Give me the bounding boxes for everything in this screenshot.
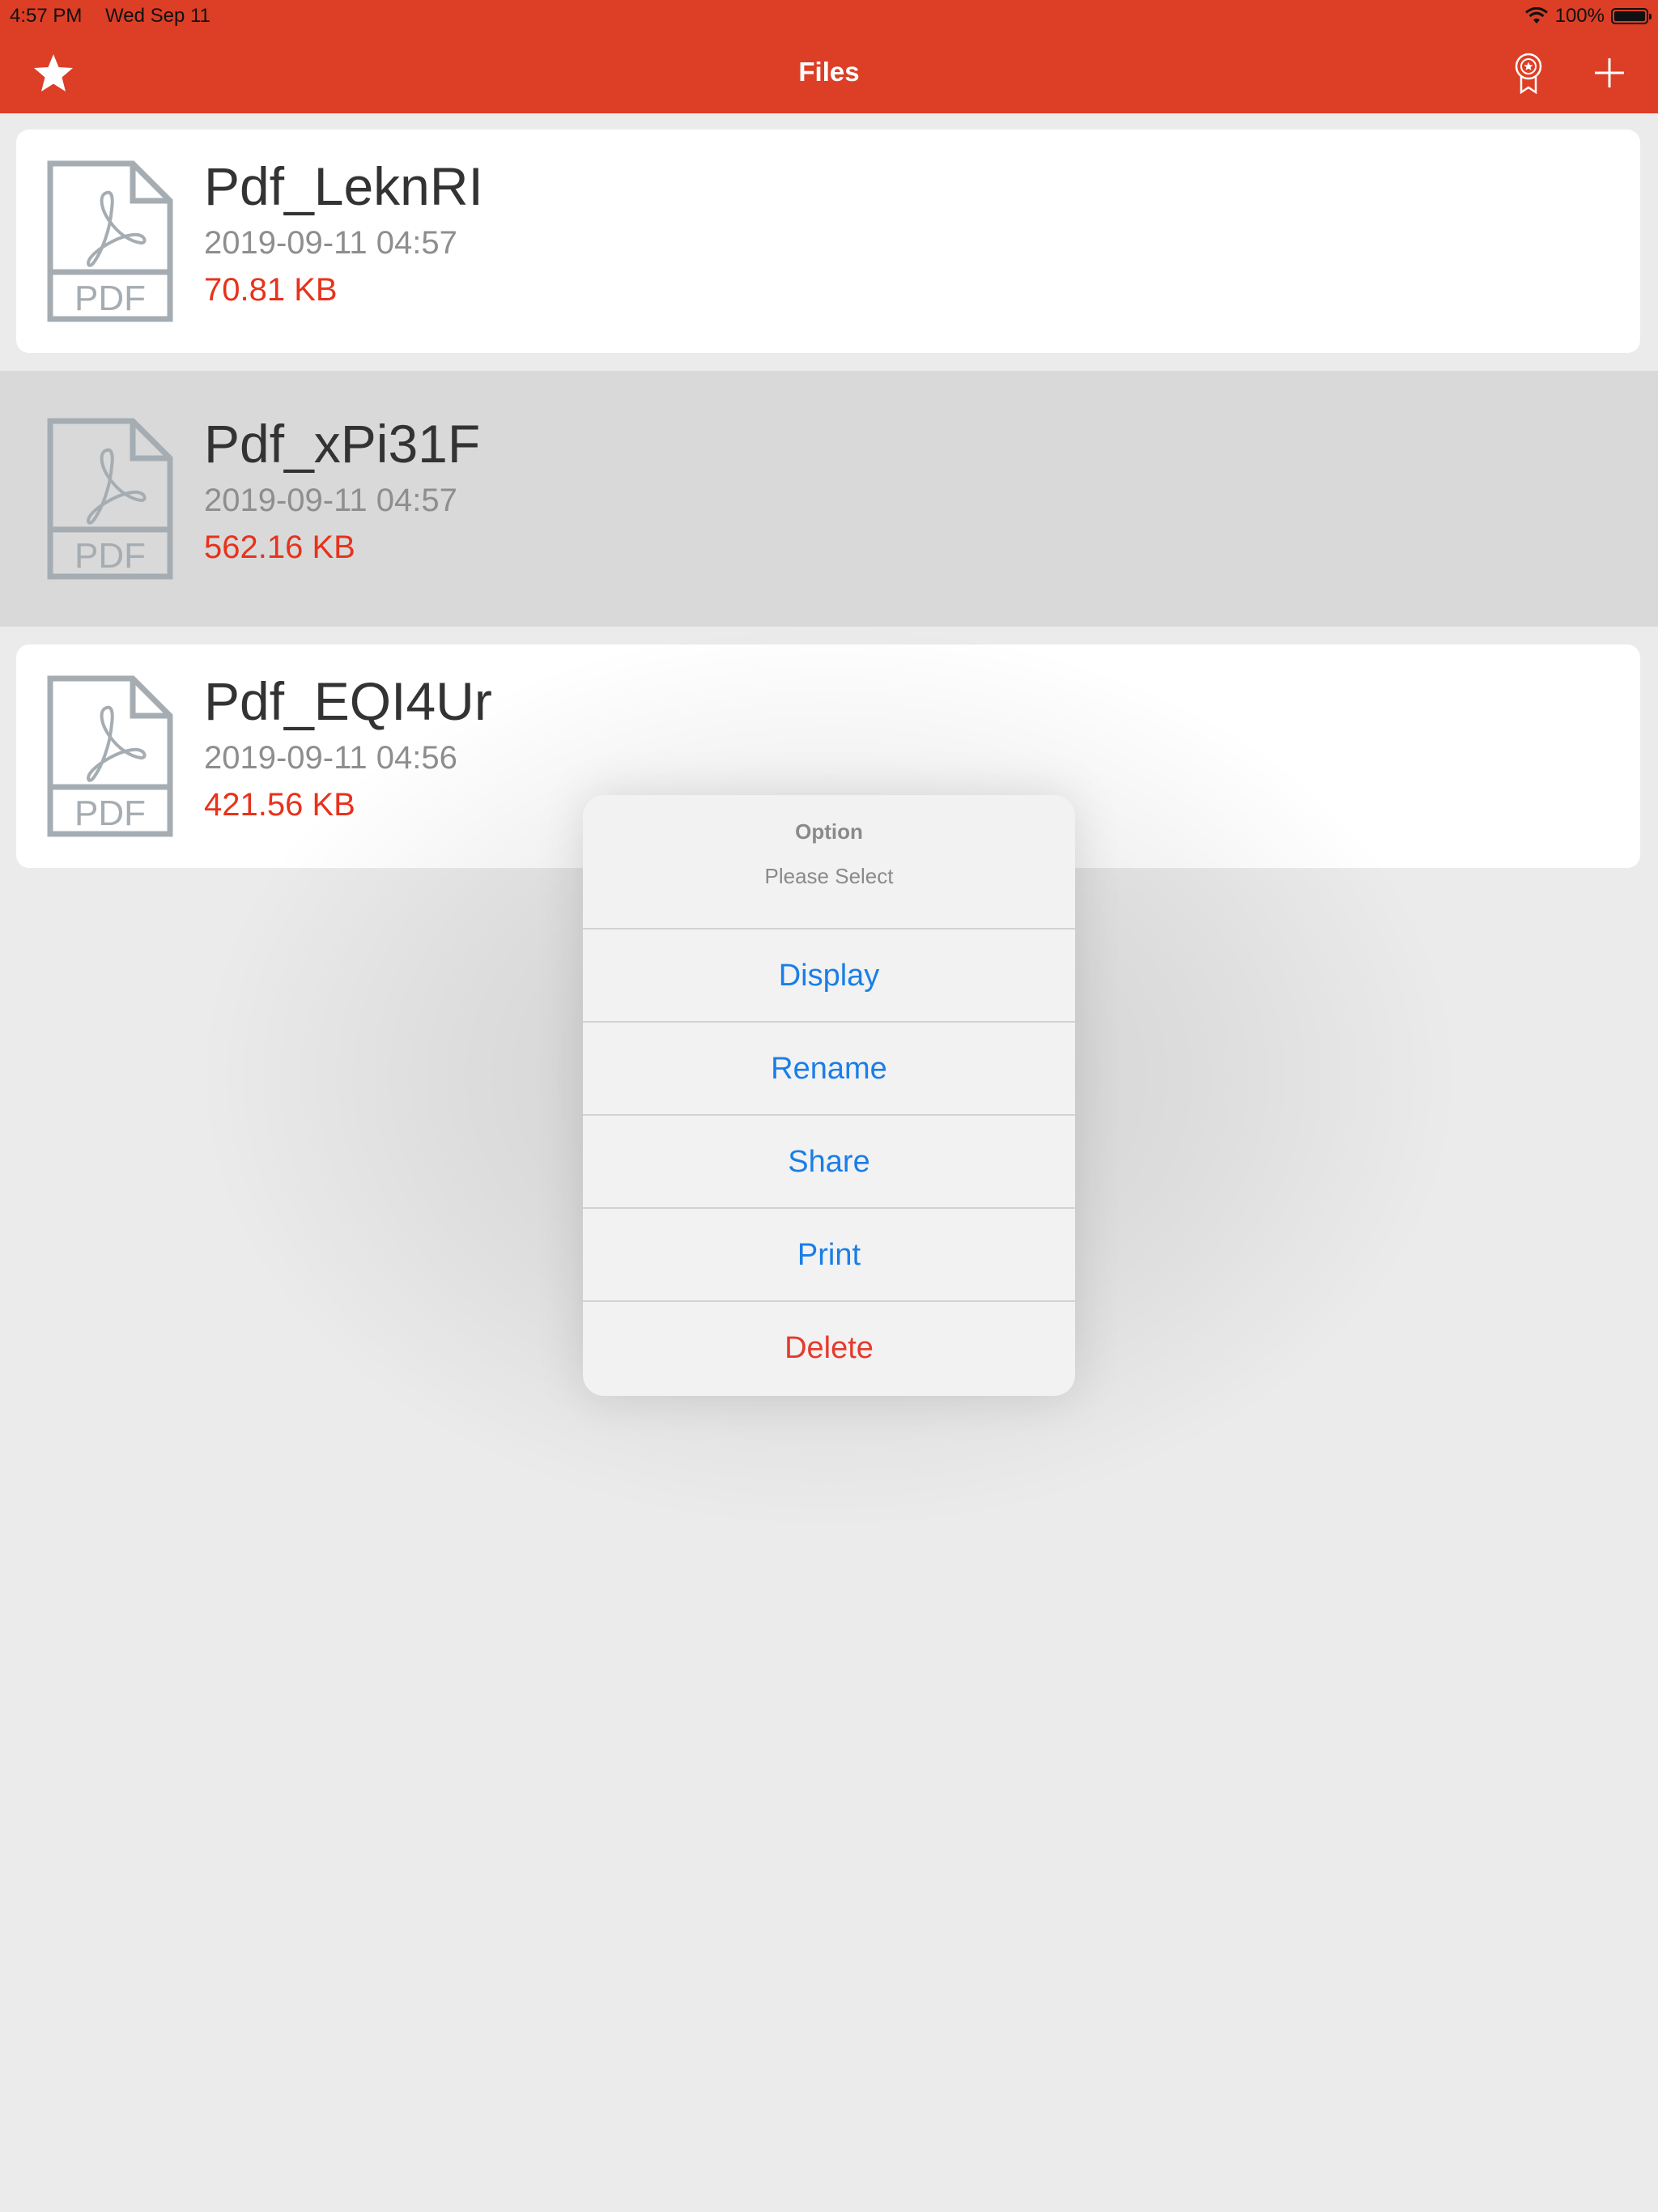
delete-button[interactable]: Delete — [583, 1302, 1075, 1395]
file-size: 562.16 KB — [204, 530, 355, 565]
file-name: Pdf_LeknRI — [204, 156, 483, 216]
svg-text:PDF: PDF — [74, 279, 146, 318]
battery-percent: 100% — [1554, 5, 1605, 27]
file-date: 2019-09-11 04:56 — [204, 740, 457, 776]
display-button[interactable]: Display — [583, 929, 1075, 1023]
award-icon[interactable] — [1504, 49, 1553, 97]
rename-button[interactable]: Rename — [583, 1023, 1075, 1116]
print-button[interactable]: Print — [583, 1209, 1075, 1302]
page-title: Files — [798, 57, 860, 87]
wifi-icon — [1524, 7, 1548, 23]
status-date: Wed Sep 11 — [105, 5, 210, 27]
action-sheet: Option Please Select Display Rename Shar… — [583, 795, 1075, 1396]
action-sheet-header: Option Please Select — [583, 795, 1075, 929]
action-sheet-title: Option — [795, 819, 863, 844]
status-bar: 4:57 PM Wed Sep 11 100% — [0, 0, 1658, 32]
battery-icon — [1611, 8, 1652, 24]
pdf-file-icon: PDF — [47, 675, 173, 837]
plus-icon[interactable] — [1585, 49, 1634, 97]
svg-text:PDF: PDF — [74, 536, 146, 576]
nav-bar: Files — [0, 32, 1658, 113]
file-row-selected[interactable]: PDF Pdf_xPi31F 2019-09-11 04:57 562.16 K… — [0, 371, 1658, 627]
action-sheet-message: Please Select — [764, 864, 894, 888]
file-row[interactable]: PDF Pdf_LeknRI 2019-09-11 04:57 70.81 KB — [16, 130, 1640, 353]
status-right: 100% — [1524, 5, 1652, 28]
share-button[interactable]: Share — [583, 1116, 1075, 1209]
file-name: Pdf_xPi31F — [204, 414, 481, 474]
file-date: 2019-09-11 04:57 — [204, 483, 457, 518]
svg-text:PDF: PDF — [74, 793, 146, 833]
pdf-file-icon: PDF — [47, 160, 173, 322]
file-date: 2019-09-11 04:57 — [204, 225, 457, 261]
pdf-file-icon: PDF — [47, 418, 173, 580]
file-size: 70.81 KB — [204, 272, 338, 308]
status-time: 4:57 PM — [10, 5, 83, 27]
file-size: 421.56 KB — [204, 787, 355, 823]
file-name: Pdf_EQI4Ur — [204, 671, 492, 731]
